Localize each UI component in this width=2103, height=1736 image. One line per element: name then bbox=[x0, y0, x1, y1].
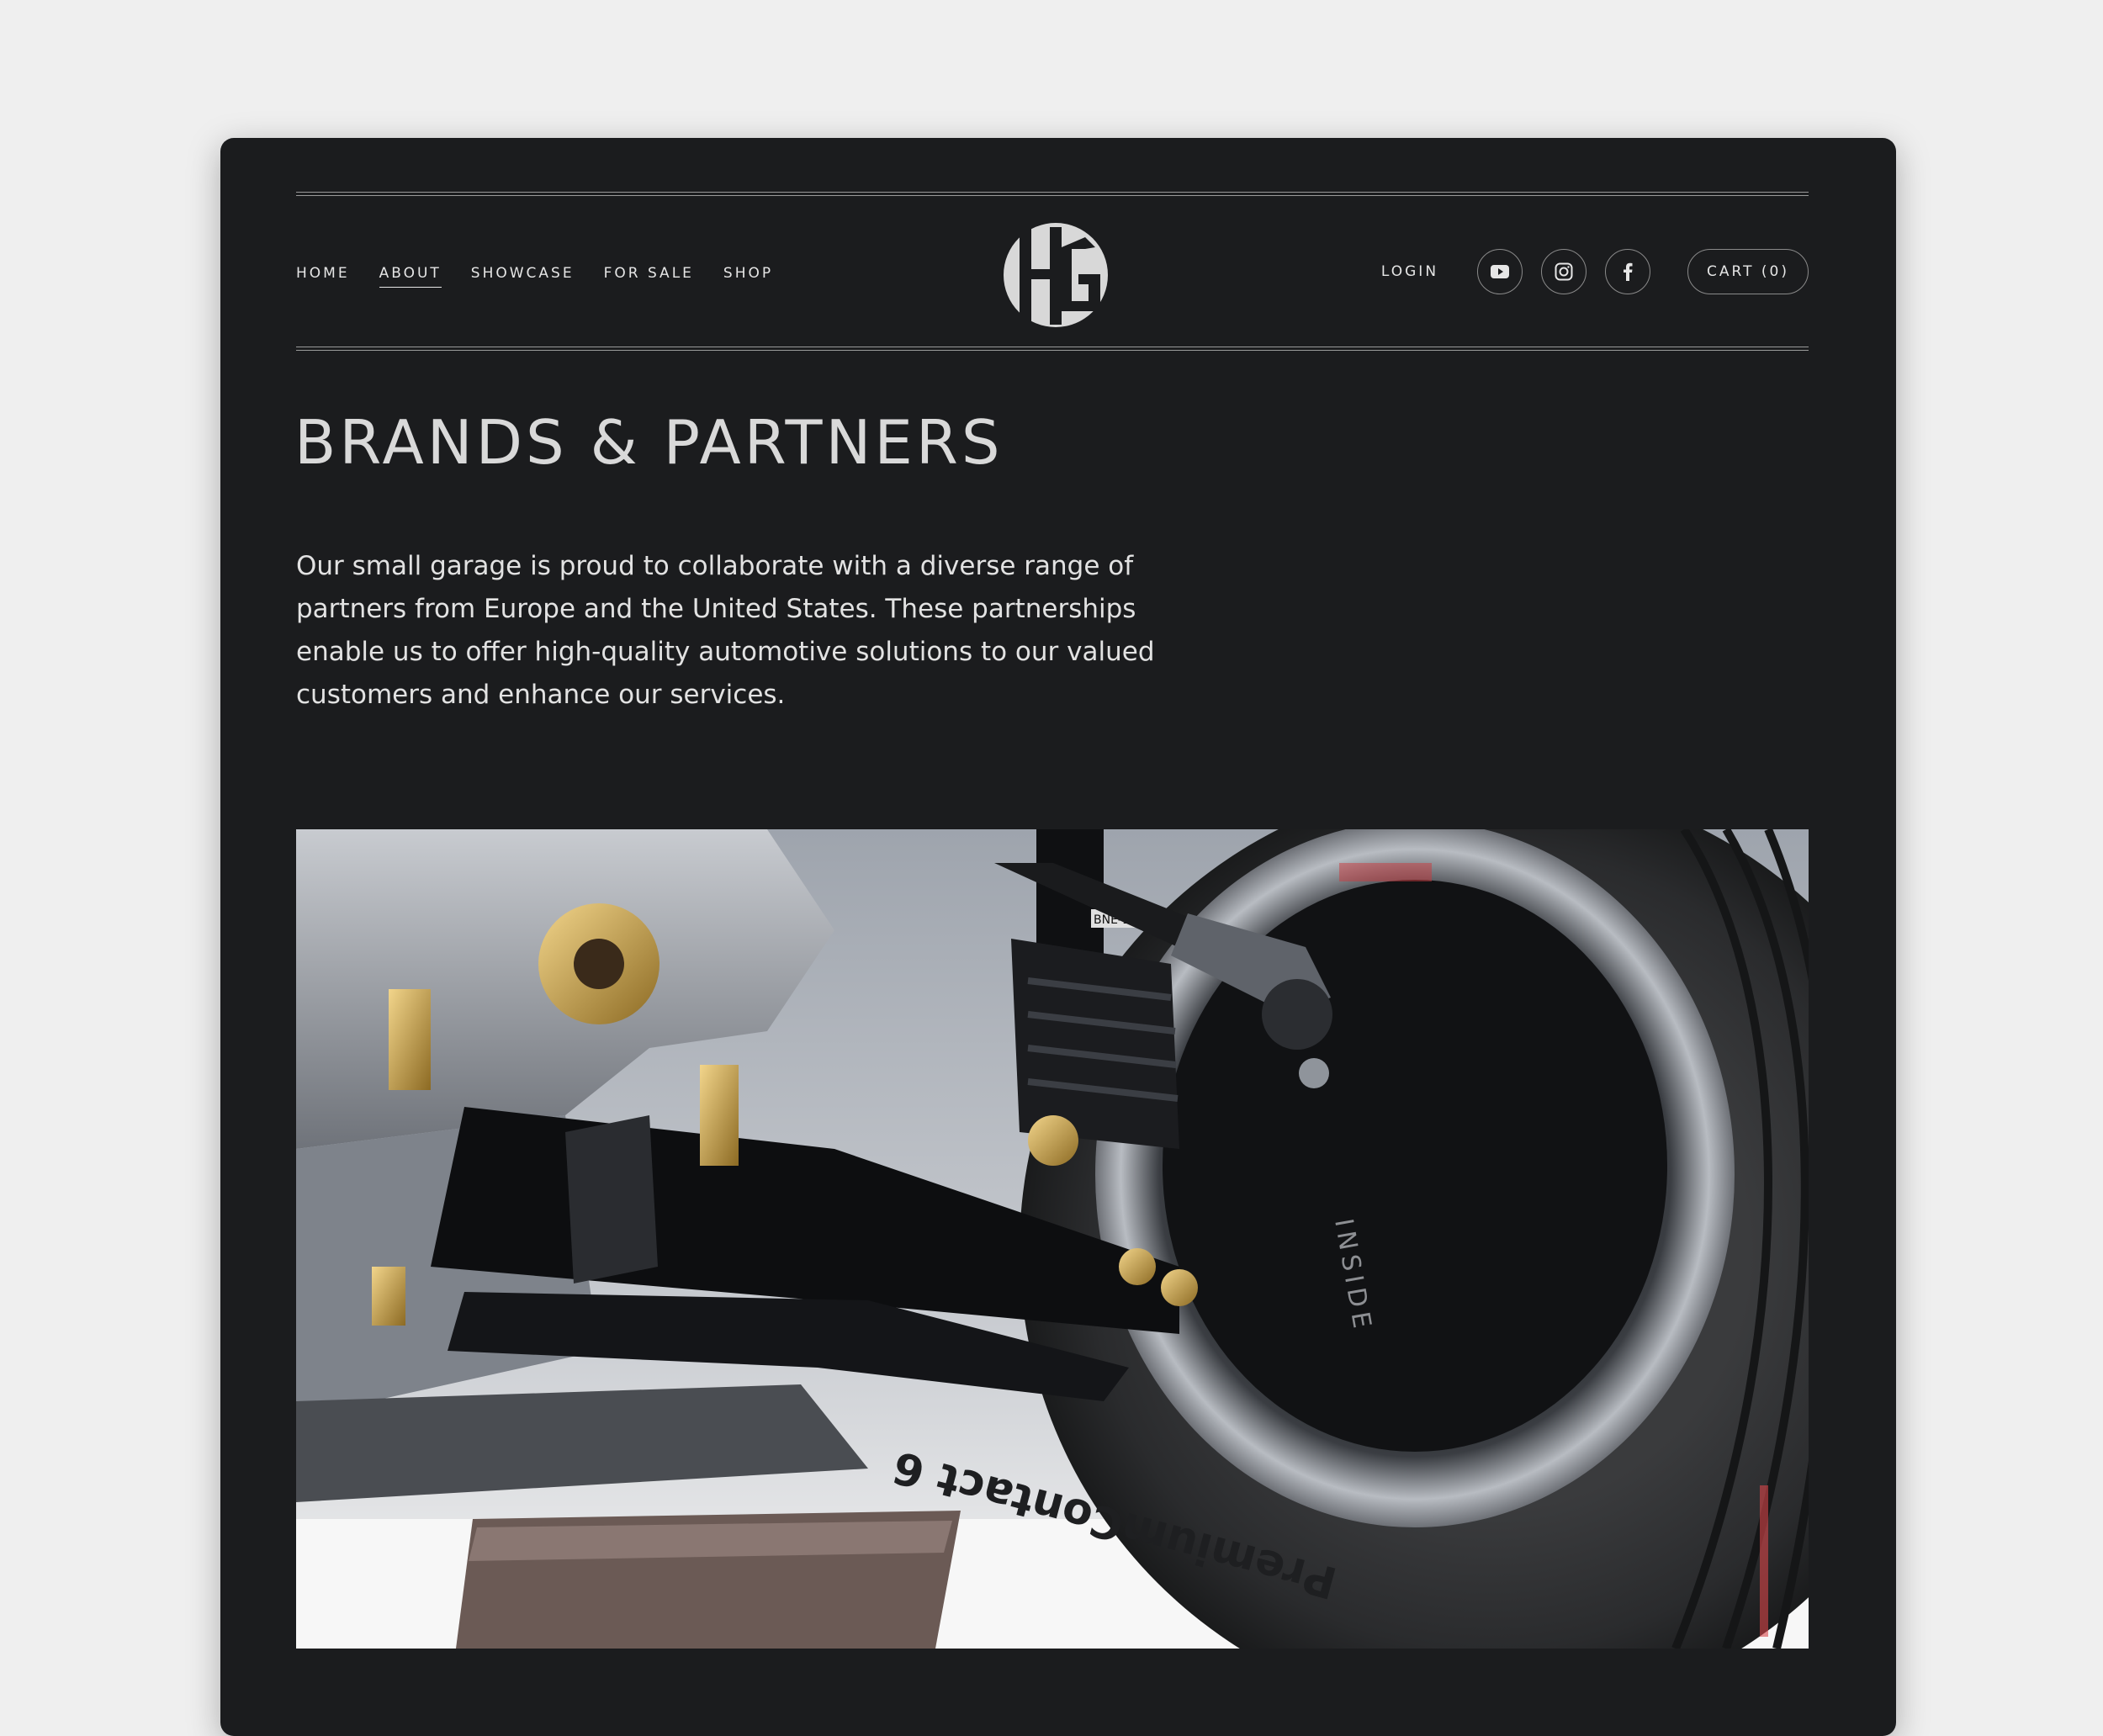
suspension-photo: INSIDE PremiumContact 6 BNE-1901 bbox=[296, 829, 1809, 1649]
header-bottom-rule bbox=[296, 347, 1809, 351]
hg-logo[interactable]: HG bbox=[1001, 220, 1110, 330]
nav-shop[interactable]: SHOP bbox=[723, 265, 773, 288]
cart-button[interactable]: CART (0) bbox=[1687, 249, 1809, 294]
header-right: LOGIN CART (0) bbox=[1381, 249, 1809, 294]
instagram-icon[interactable] bbox=[1541, 249, 1587, 294]
main-nav: HOME ABOUT SHOWCASE FOR SALE SHOP bbox=[296, 265, 803, 288]
site-window: HOME ABOUT SHOWCASE FOR SALE SHOP HG LOG… bbox=[220, 138, 1896, 1736]
header-top-rule bbox=[296, 192, 1809, 196]
page-title: BRANDS & PARTNERS bbox=[294, 407, 1004, 478]
page-description: Our small garage is proud to collaborate… bbox=[296, 551, 1155, 710]
nav-home[interactable]: HOME bbox=[296, 265, 350, 288]
nav-about[interactable]: ABOUT bbox=[379, 265, 442, 288]
nav-showcase[interactable]: SHOWCASE bbox=[471, 265, 575, 288]
nav-for-sale[interactable]: FOR SALE bbox=[604, 265, 694, 288]
youtube-icon[interactable] bbox=[1477, 249, 1523, 294]
facebook-icon[interactable] bbox=[1605, 249, 1651, 294]
login-link[interactable]: LOGIN bbox=[1381, 263, 1438, 280]
